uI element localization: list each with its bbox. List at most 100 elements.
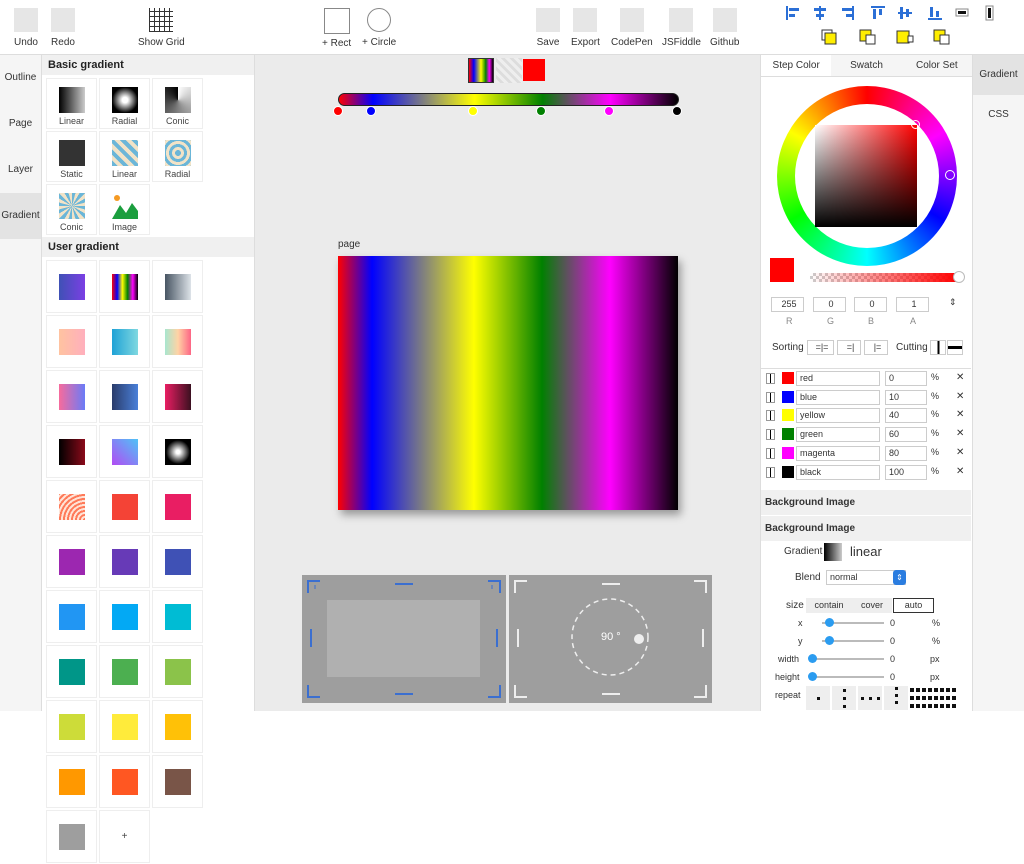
stop-name-input[interactable]: red: [796, 371, 880, 386]
align-left-icon[interactable]: [786, 6, 799, 20]
user-gradient-item[interactable]: [152, 645, 203, 698]
delete-stop-icon[interactable]: ✕: [956, 447, 964, 458]
stop-handle-magenta[interactable]: [604, 106, 614, 116]
undo-button[interactable]: Undo: [14, 8, 38, 48]
stop-handle-blue[interactable]: [366, 106, 376, 116]
user-gradient-item[interactable]: [99, 590, 150, 643]
tab-swatch[interactable]: Swatch: [831, 55, 901, 76]
user-gradient-item[interactable]: [46, 810, 97, 863]
add-rect-button[interactable]: + Rect: [322, 8, 351, 49]
user-gradient-item[interactable]: [99, 645, 150, 698]
add-gradient-button[interactable]: +: [99, 810, 150, 863]
sort-right-button[interactable]: |=: [864, 340, 888, 355]
user-gradient-item[interactable]: [99, 535, 150, 588]
alpha-input[interactable]: 1: [896, 297, 929, 312]
size-contain-button[interactable]: contain: [806, 598, 852, 613]
same-height-icon[interactable]: [985, 5, 994, 21]
stop-handle-red[interactable]: [333, 106, 343, 116]
user-gradient-item[interactable]: [99, 315, 150, 368]
format-toggle-icon[interactable]: ⇕: [949, 297, 957, 308]
user-gradient-item[interactable]: [46, 755, 97, 808]
user-gradient-item[interactable]: [46, 480, 97, 533]
angle-editor[interactable]: 90 °: [509, 575, 712, 703]
blue-input[interactable]: 0: [854, 297, 887, 312]
stop-color-swatch[interactable]: [782, 428, 794, 441]
stop-handle-black[interactable]: [672, 106, 682, 116]
width-value[interactable]: 0: [890, 654, 895, 664]
stop-color-swatch[interactable]: [782, 390, 794, 403]
sort-distribute-button[interactable]: =|=: [807, 340, 834, 355]
user-gradient-item[interactable]: [99, 700, 150, 753]
cut-toggle-icon[interactable]: [766, 429, 775, 441]
tab-color-set[interactable]: Color Set: [902, 55, 972, 76]
page-canvas[interactable]: [338, 256, 678, 510]
cut-toggle-icon[interactable]: [766, 410, 775, 422]
redo-button[interactable]: Redo: [51, 8, 75, 48]
basic-linear[interactable]: Linear: [46, 78, 97, 129]
delete-stop-icon[interactable]: ✕: [956, 391, 964, 402]
align-middle-v-icon[interactable]: [898, 7, 912, 19]
user-gradient-item[interactable]: [99, 755, 150, 808]
align-right-icon[interactable]: [842, 6, 854, 20]
nav-right-gradient[interactable]: Gradient: [973, 55, 1024, 95]
forward-icon[interactable]: [896, 30, 914, 44]
nav-right-css[interactable]: CSS: [973, 95, 1024, 135]
basic-repeating-conic[interactable]: Conic: [46, 184, 97, 235]
green-input[interactable]: 0: [813, 297, 846, 312]
jsfiddle-button[interactable]: JSFiddle: [662, 8, 701, 48]
user-gradient-item[interactable]: [152, 480, 203, 533]
user-gradient-item[interactable]: [152, 370, 203, 423]
background-image-header[interactable]: Background Image: [761, 490, 971, 515]
align-top-icon[interactable]: [871, 6, 885, 19]
user-gradient-item[interactable]: [152, 315, 203, 368]
stop-position-input[interactable]: 100: [885, 464, 927, 480]
user-gradient-item[interactable]: [99, 260, 150, 313]
user-gradient-item[interactable]: [46, 315, 97, 368]
nav-page[interactable]: Page: [0, 101, 41, 147]
nav-layer[interactable]: Layer: [0, 147, 41, 193]
user-gradient-item[interactable]: [46, 260, 97, 313]
tab-step-color[interactable]: Step Color: [761, 55, 832, 76]
delete-stop-icon[interactable]: ✕: [956, 428, 964, 439]
cutting-on-button[interactable]: [947, 340, 963, 355]
user-gradient-item[interactable]: [99, 425, 150, 478]
user-gradient-item[interactable]: [46, 535, 97, 588]
user-gradient-item[interactable]: [46, 645, 97, 698]
bring-front-icon[interactable]: [821, 29, 837, 45]
basic-conic[interactable]: Conic: [152, 78, 203, 129]
sort-left-button[interactable]: =|: [837, 340, 861, 355]
nav-outline[interactable]: Outline: [0, 55, 41, 101]
stop-name-input[interactable]: yellow: [796, 408, 880, 424]
save-button[interactable]: Save: [536, 8, 560, 48]
x-slider[interactable]: [822, 618, 884, 627]
user-gradient-item[interactable]: [152, 700, 203, 753]
gradient-stop-bar[interactable]: [338, 93, 679, 106]
width-slider[interactable]: [808, 654, 884, 663]
hue-handle[interactable]: [945, 170, 955, 180]
basic-repeating-radial[interactable]: Radial: [152, 131, 203, 182]
alpha-handle[interactable]: [953, 271, 965, 283]
user-gradient-item[interactable]: [152, 535, 203, 588]
repeat-all-button[interactable]: [910, 688, 956, 708]
stop-color-swatch[interactable]: [782, 372, 794, 384]
stop-name-input[interactable]: green: [796, 427, 880, 443]
x-value[interactable]: 0: [890, 618, 895, 628]
height-slider[interactable]: [808, 672, 884, 681]
stop-name-input[interactable]: magenta: [796, 445, 880, 461]
basic-repeating-linear[interactable]: Linear: [99, 131, 150, 182]
user-gradient-item[interactable]: [152, 425, 203, 478]
saturation-box[interactable]: [815, 125, 917, 227]
transparent-preview-thumb[interactable]: [496, 58, 522, 83]
y-value[interactable]: 0: [890, 636, 895, 646]
selected-stop-color[interactable]: [523, 59, 545, 81]
show-grid-button[interactable]: Show Grid: [138, 8, 185, 48]
export-button[interactable]: Export: [571, 8, 600, 48]
cut-toggle-icon[interactable]: [766, 447, 775, 459]
stop-color-swatch[interactable]: [782, 446, 794, 459]
user-gradient-item[interactable]: [46, 700, 97, 753]
stop-position-input[interactable]: 40: [885, 408, 927, 424]
stop-handle-yellow[interactable]: [468, 106, 478, 116]
chevron-down-icon[interactable]: ⇕: [893, 570, 906, 585]
saturation-handle[interactable]: [911, 120, 920, 129]
github-button[interactable]: Github: [710, 8, 739, 48]
